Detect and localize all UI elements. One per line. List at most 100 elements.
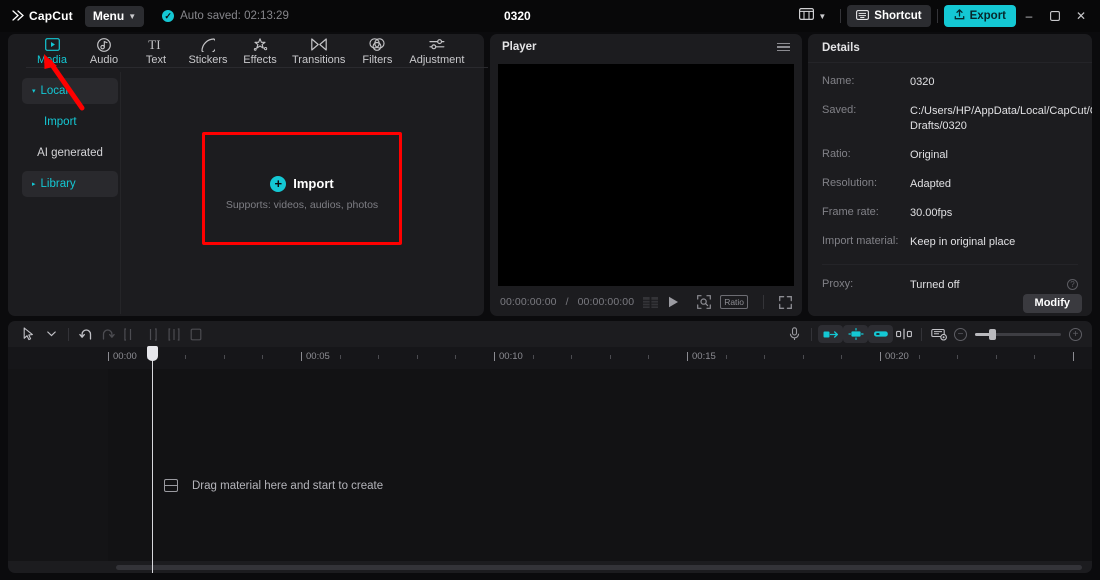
ruler-minor-tick (648, 355, 650, 359)
sidebar-item-library[interactable]: ▸ Library (22, 171, 118, 197)
timeline-tracks[interactable]: Drag material here and start to create (8, 369, 1092, 561)
import-row: + Import (270, 175, 334, 192)
ruler-label: 00:15 (692, 351, 716, 362)
ruler-minor-tick (1034, 355, 1036, 359)
trim-left-icon[interactable] (119, 323, 141, 345)
trim-right-icon[interactable] (141, 323, 163, 345)
details-footer: Modify (808, 290, 1092, 316)
close-button[interactable]: ✕ (1068, 0, 1094, 32)
export-button[interactable]: Export (943, 5, 1016, 27)
tab-transitions[interactable]: Transitions (286, 34, 351, 66)
auto-captions-icon[interactable] (818, 325, 843, 343)
microphone-icon[interactable] (783, 323, 805, 345)
undo-icon[interactable] (75, 323, 97, 345)
ruler-minor-tick (725, 355, 727, 359)
link-icon[interactable] (868, 325, 893, 343)
playhead-handle[interactable] (147, 346, 158, 361)
crop-icon[interactable] (697, 295, 712, 309)
layout-button[interactable]: ▼ (791, 7, 834, 25)
tab-stickers[interactable]: Stickers (182, 34, 234, 66)
ruler-major-tick (880, 352, 881, 361)
ruler-minor-tick (223, 355, 225, 359)
filters-icon (369, 37, 385, 52)
track-header-column (8, 369, 108, 561)
chevron-down-icon[interactable] (40, 323, 62, 345)
detail-row: Frame rate: 30.00fps (822, 206, 1078, 221)
menu-button[interactable]: Menu ▼ (84, 5, 145, 27)
tab-media[interactable]: Media (26, 34, 78, 66)
tab-audio[interactable]: Audio (78, 34, 130, 66)
ruler-minor-tick (532, 355, 534, 359)
media-sidebar: ▾ Local Import AI generated ▸ Library (22, 78, 118, 202)
redo-icon[interactable] (97, 323, 119, 345)
select-tool-icon[interactable] (18, 323, 40, 345)
render-preview-icon[interactable] (928, 323, 950, 345)
ratio-button[interactable]: Ratio (720, 295, 749, 309)
delete-icon[interactable] (185, 323, 207, 345)
grid-icon[interactable] (643, 296, 659, 308)
tab-label: Text (145, 54, 167, 66)
smart-edit-icon[interactable] (843, 325, 868, 343)
tab-label: Media (37, 54, 67, 66)
keyframe-icon[interactable] (893, 323, 915, 345)
video-preview-stage[interactable] (498, 64, 794, 286)
sidebar-item-label: Library (40, 178, 76, 190)
tab-label: Audio (89, 54, 119, 66)
disclosure-icon: ▾ (32, 88, 36, 95)
app-brand-label: CapCut (29, 9, 73, 23)
shortcut-button[interactable]: Shortcut (847, 5, 931, 27)
ruler-minor-tick (339, 355, 341, 359)
total-time: 00:00:00:00 (577, 296, 635, 308)
sidebar-item-label: AI generated (37, 147, 103, 159)
zoom-in-icon[interactable]: + (1069, 327, 1082, 341)
document-title: 0320 (504, 9, 531, 23)
divider (840, 9, 842, 23)
zoom-slider-knob[interactable] (989, 328, 996, 340)
detail-key: Ratio: (822, 148, 851, 160)
titlebar-actions: ▼ Shortcut Export – ✕ (791, 0, 1100, 32)
import-dropzone-area[interactable]: + Import Supports: videos, audios, photo… (126, 72, 478, 314)
play-icon[interactable] (668, 296, 679, 308)
fullscreen-icon[interactable] (779, 295, 792, 309)
detail-value: Original (910, 149, 948, 161)
sidebar-item-ai-generated[interactable]: AI generated (22, 140, 118, 166)
ruler-major-tick (301, 352, 302, 361)
zoom-slider-track[interactable] (975, 328, 1061, 340)
ruler-minor-tick (609, 355, 611, 359)
timeline-ruler[interactable]: 00:00 00:05 00:10 00:15 00:20 (8, 347, 1092, 369)
timeline-zoom-slider[interactable]: − + (954, 327, 1082, 341)
playhead[interactable] (147, 346, 158, 573)
ruler-major-tick (108, 352, 109, 361)
split-icon[interactable] (163, 323, 185, 345)
capcut-logo-icon (12, 9, 25, 23)
detail-value: Keep in original place (910, 236, 1016, 248)
detail-row: Import material: Keep in original place (822, 235, 1078, 250)
tab-filters[interactable]: Filters (351, 34, 403, 66)
media-panel: Media Audio TI Text Stickers Effects Transitio… (8, 34, 488, 316)
tab-text[interactable]: TI Text (130, 34, 182, 66)
maximize-button[interactable] (1042, 0, 1068, 32)
tab-adjustment[interactable]: Adjustment (403, 34, 470, 66)
modify-button[interactable]: Modify (1022, 293, 1082, 313)
detail-row: Name: 0320 (822, 75, 1078, 90)
hamburger-icon[interactable] (777, 42, 790, 52)
detail-key: Frame rate: (822, 206, 879, 218)
import-dropzone[interactable]: + Import Supports: videos, audios, photo… (199, 137, 405, 249)
ruler-minor-tick (764, 355, 766, 359)
timeline-horizontal-scrollbar[interactable] (116, 565, 1082, 570)
autosave-status: ✓ Auto saved: 02:13:29 (162, 10, 289, 22)
ruler-major-tick (494, 352, 495, 361)
transitions-icon (310, 37, 327, 52)
sidebar-item-local[interactable]: ▾ Local (22, 78, 118, 104)
tab-effects[interactable]: Effects (234, 34, 286, 66)
minimize-button[interactable]: – (1016, 0, 1042, 32)
ruler-label: 00:00 (113, 351, 137, 362)
menu-label: Menu (92, 9, 125, 23)
zoom-out-icon[interactable]: − (954, 327, 967, 341)
details-title: Details (822, 42, 860, 54)
detail-key: Saved: (822, 104, 857, 116)
sidebar-item-import[interactable]: Import (22, 109, 118, 135)
tab-label: Effects (243, 54, 277, 66)
current-time: 00:00:00:00 (500, 296, 557, 308)
help-icon[interactable]: ? (1067, 279, 1078, 290)
